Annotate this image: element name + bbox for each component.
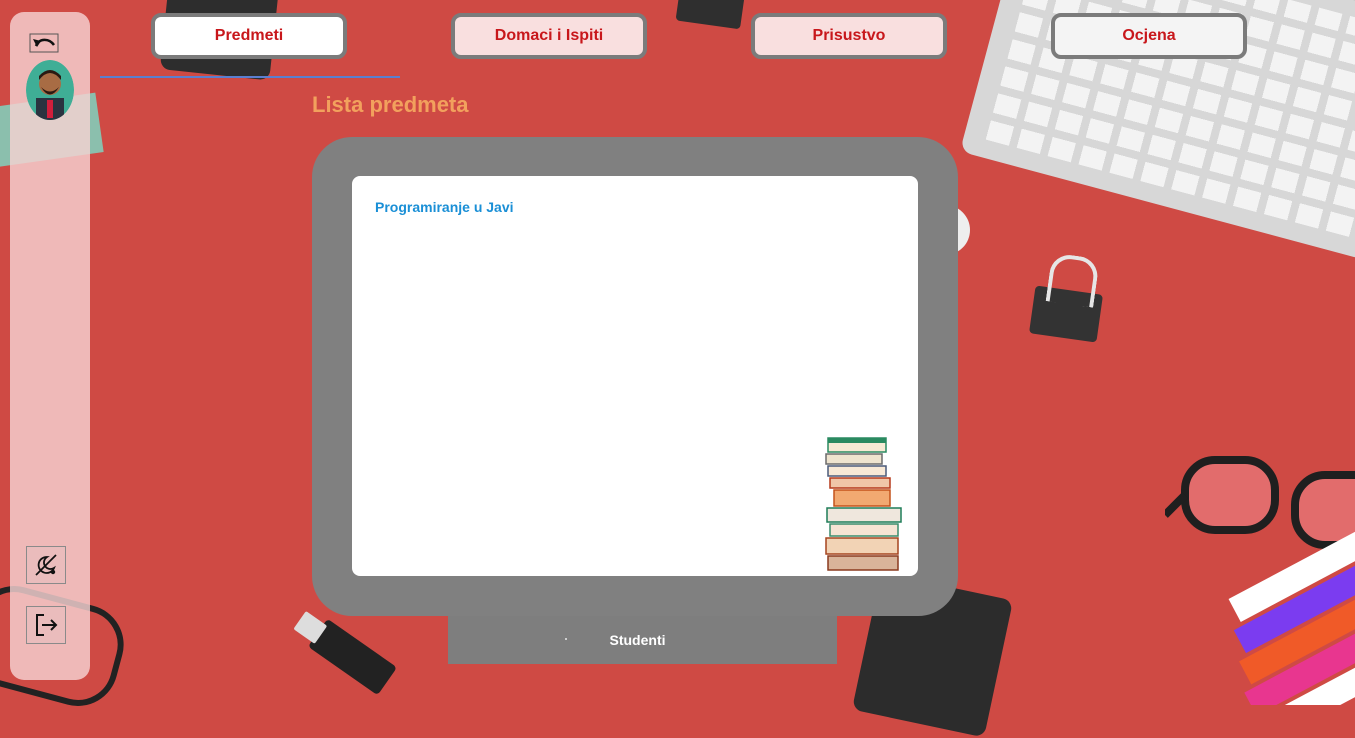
logout-icon [36,614,58,636]
theme-toggle-icon [35,554,57,576]
stand-dot [565,638,567,640]
avatar[interactable] [26,60,74,120]
binder-clip-decoration [675,0,746,30]
list-item[interactable]: Programiranje u Javi [375,199,514,215]
tab-ocjena[interactable]: Ocjena [1051,13,1247,59]
back-button[interactable] [28,32,60,54]
usb-drive-decoration [307,618,398,696]
books-icon [825,437,902,571]
tab-domaci-i-ispiti[interactable]: Domaci i Ispiti [451,13,647,59]
monitor-stand: Studenti [448,616,837,664]
color-swatches-decoration [1228,528,1355,705]
page-title: Lista predmeta [312,92,469,117]
sidebar [10,12,90,680]
theme-toggle-button[interactable] [26,546,66,584]
monitor-frame: Programiranje u Javi [312,137,958,616]
tab-prisustvo[interactable]: Prisustvo [751,13,947,59]
students-button[interactable]: Studenti [604,631,672,649]
binder-clip-decoration [1028,285,1104,343]
subject-list-panel: Programiranje u Javi [352,176,918,576]
undo-arrow-icon [29,33,59,53]
logout-button[interactable] [26,606,66,644]
tab-predmeti[interactable]: Predmeti [151,13,347,59]
tab-underline [100,76,400,78]
user-avatar-icon [26,60,74,120]
